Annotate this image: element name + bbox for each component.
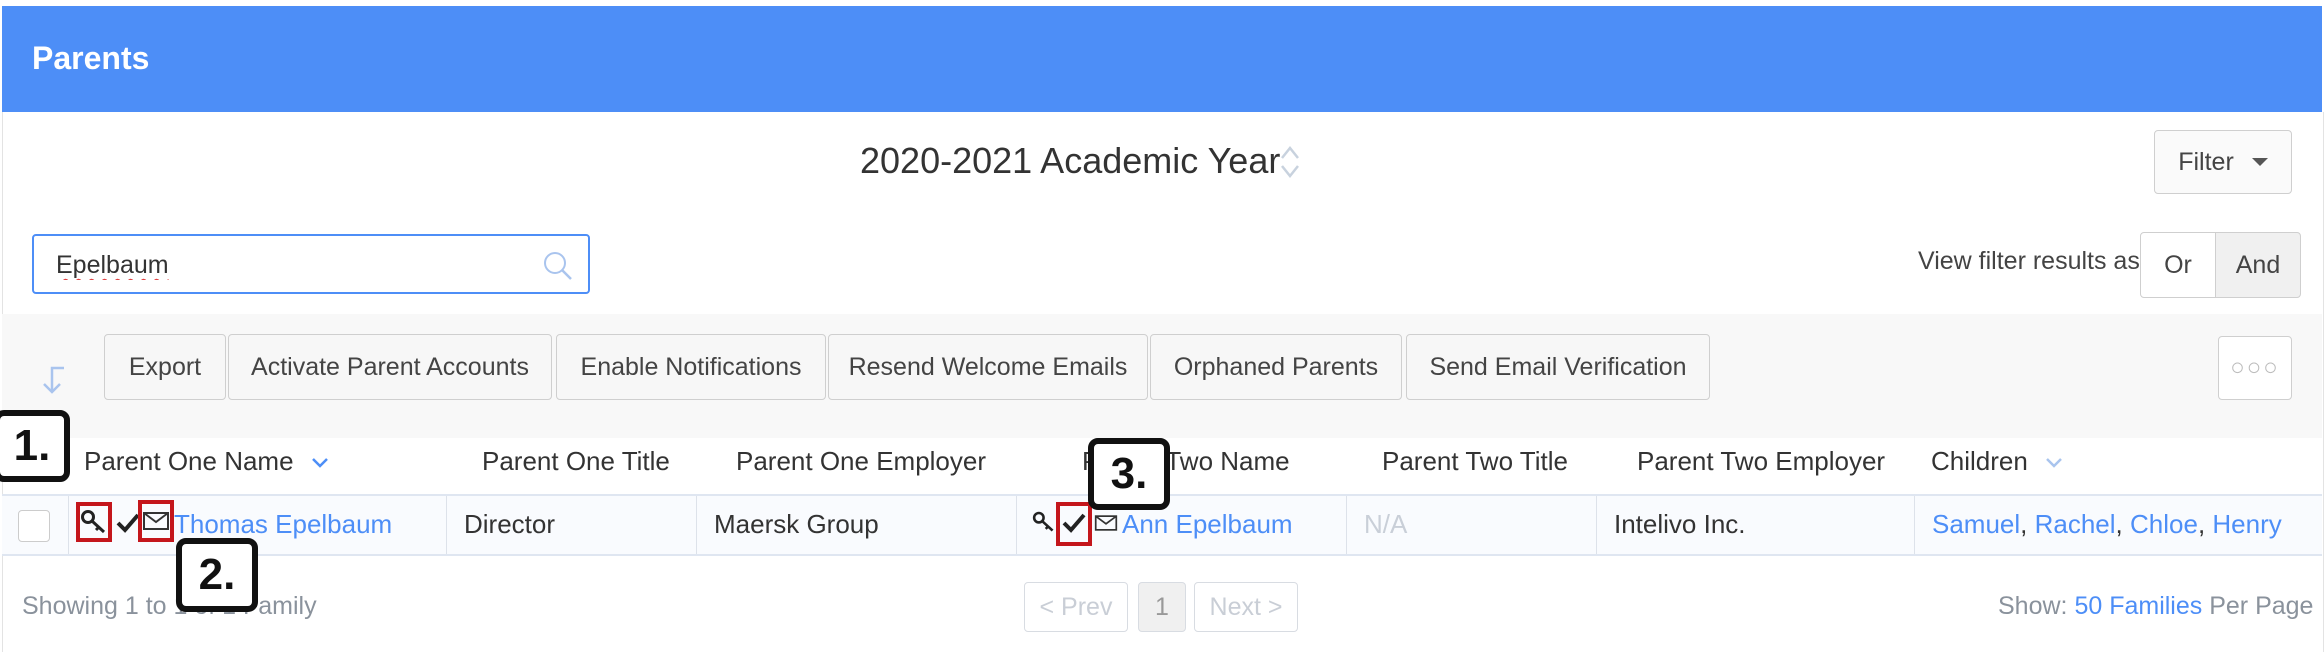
callout-1: 1.: [0, 410, 70, 482]
parent-one-title-cell: Director: [464, 509, 556, 539]
per-page-prefix: Show:: [1998, 592, 2068, 620]
export-button[interactable]: Export: [104, 334, 226, 400]
next-page-button[interactable]: Next >: [1194, 582, 1298, 632]
page-title: Parents: [32, 40, 150, 76]
verified-check-icon: [116, 513, 140, 533]
child-link[interactable]: Chloe: [2130, 509, 2198, 539]
chevron-down-icon: [311, 458, 328, 468]
per-page-link[interactable]: 50 Families: [2074, 592, 2202, 620]
column-divider: [68, 496, 69, 554]
more-actions-button[interactable]: ○○○: [2218, 336, 2292, 400]
search-icon[interactable]: [542, 250, 574, 282]
row-select-checkbox[interactable]: [18, 510, 50, 542]
row-divider: [2, 554, 2322, 556]
filter-dropdown-button[interactable]: Filter: [2154, 130, 2292, 194]
filter-label: Filter: [2178, 147, 2234, 176]
view-filter-label: View filter results as:: [1918, 247, 2147, 275]
parent-two-title-cell: N/A: [1364, 509, 1408, 539]
column-divider: [1596, 496, 1597, 554]
filter-or-toggle[interactable]: Or: [2140, 232, 2216, 298]
col-header-parent-one-title[interactable]: Parent One Title: [482, 446, 670, 477]
col-header-label: Parent One Name: [84, 446, 294, 476]
col-header-parent-two-employer[interactable]: Parent Two Employer: [1637, 446, 1885, 477]
column-divider: [696, 496, 697, 554]
chevron-down-icon: [2046, 458, 2062, 468]
column-divider: [1914, 496, 1915, 554]
children-cell: Samuel, Rachel, Chloe, Henry: [1932, 509, 2282, 539]
column-divider: [1346, 496, 1347, 554]
parent-two-name-link[interactable]: Ann Epelbaum: [1122, 509, 1293, 540]
bulk-action-arrow-icon: [43, 366, 64, 394]
col-header-children[interactable]: Children: [1931, 446, 2063, 477]
filter-and-toggle[interactable]: And: [2215, 232, 2301, 298]
parent-one-name-link[interactable]: Thomas Epelbaum: [174, 509, 392, 540]
callout-3: 3.: [1088, 438, 1170, 510]
per-page-selector: Show: 50 Families Per Page: [1998, 592, 2313, 621]
page-header: Parents: [2, 6, 2322, 112]
parent-one-employer-cell: Maersk Group: [714, 509, 879, 539]
col-header-parent-two-title[interactable]: Parent Two Title: [1382, 446, 1568, 477]
enable-notifications-button[interactable]: Enable Notifications: [556, 334, 826, 400]
key-icon[interactable]: [80, 508, 108, 536]
child-link[interactable]: Rachel: [2035, 509, 2116, 539]
callout-2: 2.: [176, 538, 258, 612]
key-icon[interactable]: [1032, 510, 1056, 534]
mail-icon[interactable]: [142, 511, 170, 531]
send-email-verification-button[interactable]: Send Email Verification: [1406, 334, 1710, 400]
activate-parent-accounts-button[interactable]: Activate Parent Accounts: [228, 334, 552, 400]
child-link[interactable]: Samuel: [1932, 509, 2020, 539]
page-number-button[interactable]: 1: [1138, 582, 1186, 632]
caret-down-icon: [2251, 158, 2268, 166]
year-sort-icon[interactable]: [1278, 142, 1302, 182]
column-divider: [1016, 496, 1017, 554]
col-header-parent-one-employer[interactable]: Parent One Employer: [736, 446, 986, 477]
verified-check-icon[interactable]: [1062, 512, 1086, 534]
parent-two-employer-cell: Intelivo Inc.: [1614, 509, 1746, 539]
prev-page-button[interactable]: < Prev: [1024, 582, 1128, 632]
search-box[interactable]: [32, 234, 590, 294]
search-input[interactable]: [54, 246, 538, 284]
col-header-label: Children: [1931, 446, 2028, 476]
academic-year-label: 2020-2021 Academic Year: [860, 140, 1281, 181]
per-page-suffix: Per Page: [2209, 592, 2314, 620]
showing-count: Showing 1 to 1 of 1 Family: [22, 592, 317, 620]
column-divider: [446, 496, 447, 554]
child-link[interactable]: Henry: [2212, 509, 2281, 539]
orphaned-parents-button[interactable]: Orphaned Parents: [1150, 334, 1402, 400]
resend-welcome-emails-button[interactable]: Resend Welcome Emails: [828, 334, 1148, 400]
more-dots-icon: ○○○: [2230, 354, 2280, 381]
col-header-parent-one-name[interactable]: Parent One Name: [84, 446, 329, 477]
mail-icon[interactable]: [1094, 514, 1118, 532]
